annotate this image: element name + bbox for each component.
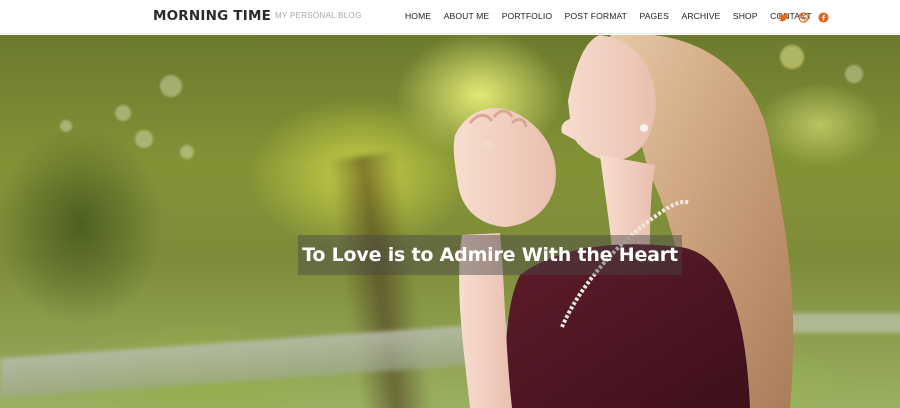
nav-about-me[interactable]: ABOUT ME: [444, 11, 490, 21]
woman-praying-photo: [453, 35, 794, 408]
hero-headline[interactable]: To Love is to Admire With the Heart: [302, 244, 678, 266]
main-navigation: HOME ABOUT ME PORTFOLIO POST FORMAT PAGE…: [405, 11, 824, 21]
site-tagline: MY PERSONAL BLOG: [275, 11, 362, 20]
nav-home[interactable]: HOME: [405, 11, 431, 21]
nav-shop[interactable]: SHOP: [733, 11, 758, 21]
nav-post-format[interactable]: POST FORMAT: [565, 11, 627, 21]
dribbble-icon[interactable]: [798, 10, 809, 23]
hero-banner[interactable]: To Love is to Admire With the Heart: [0, 35, 900, 408]
hero-headline-box: To Love is to Admire With the Heart: [298, 235, 682, 275]
nav-pages[interactable]: PAGES: [640, 11, 669, 21]
nav-portfolio[interactable]: PORTFOLIO: [502, 11, 552, 21]
social-links: [778, 10, 829, 23]
twitter-icon[interactable]: [778, 10, 789, 22]
site-header: MORNING TIME MY PERSONAL BLOG HOME ABOUT…: [0, 0, 900, 34]
site-title[interactable]: MORNING TIME: [153, 8, 271, 24]
nav-archive[interactable]: ARCHIVE: [681, 11, 720, 21]
facebook-icon[interactable]: [818, 10, 829, 23]
